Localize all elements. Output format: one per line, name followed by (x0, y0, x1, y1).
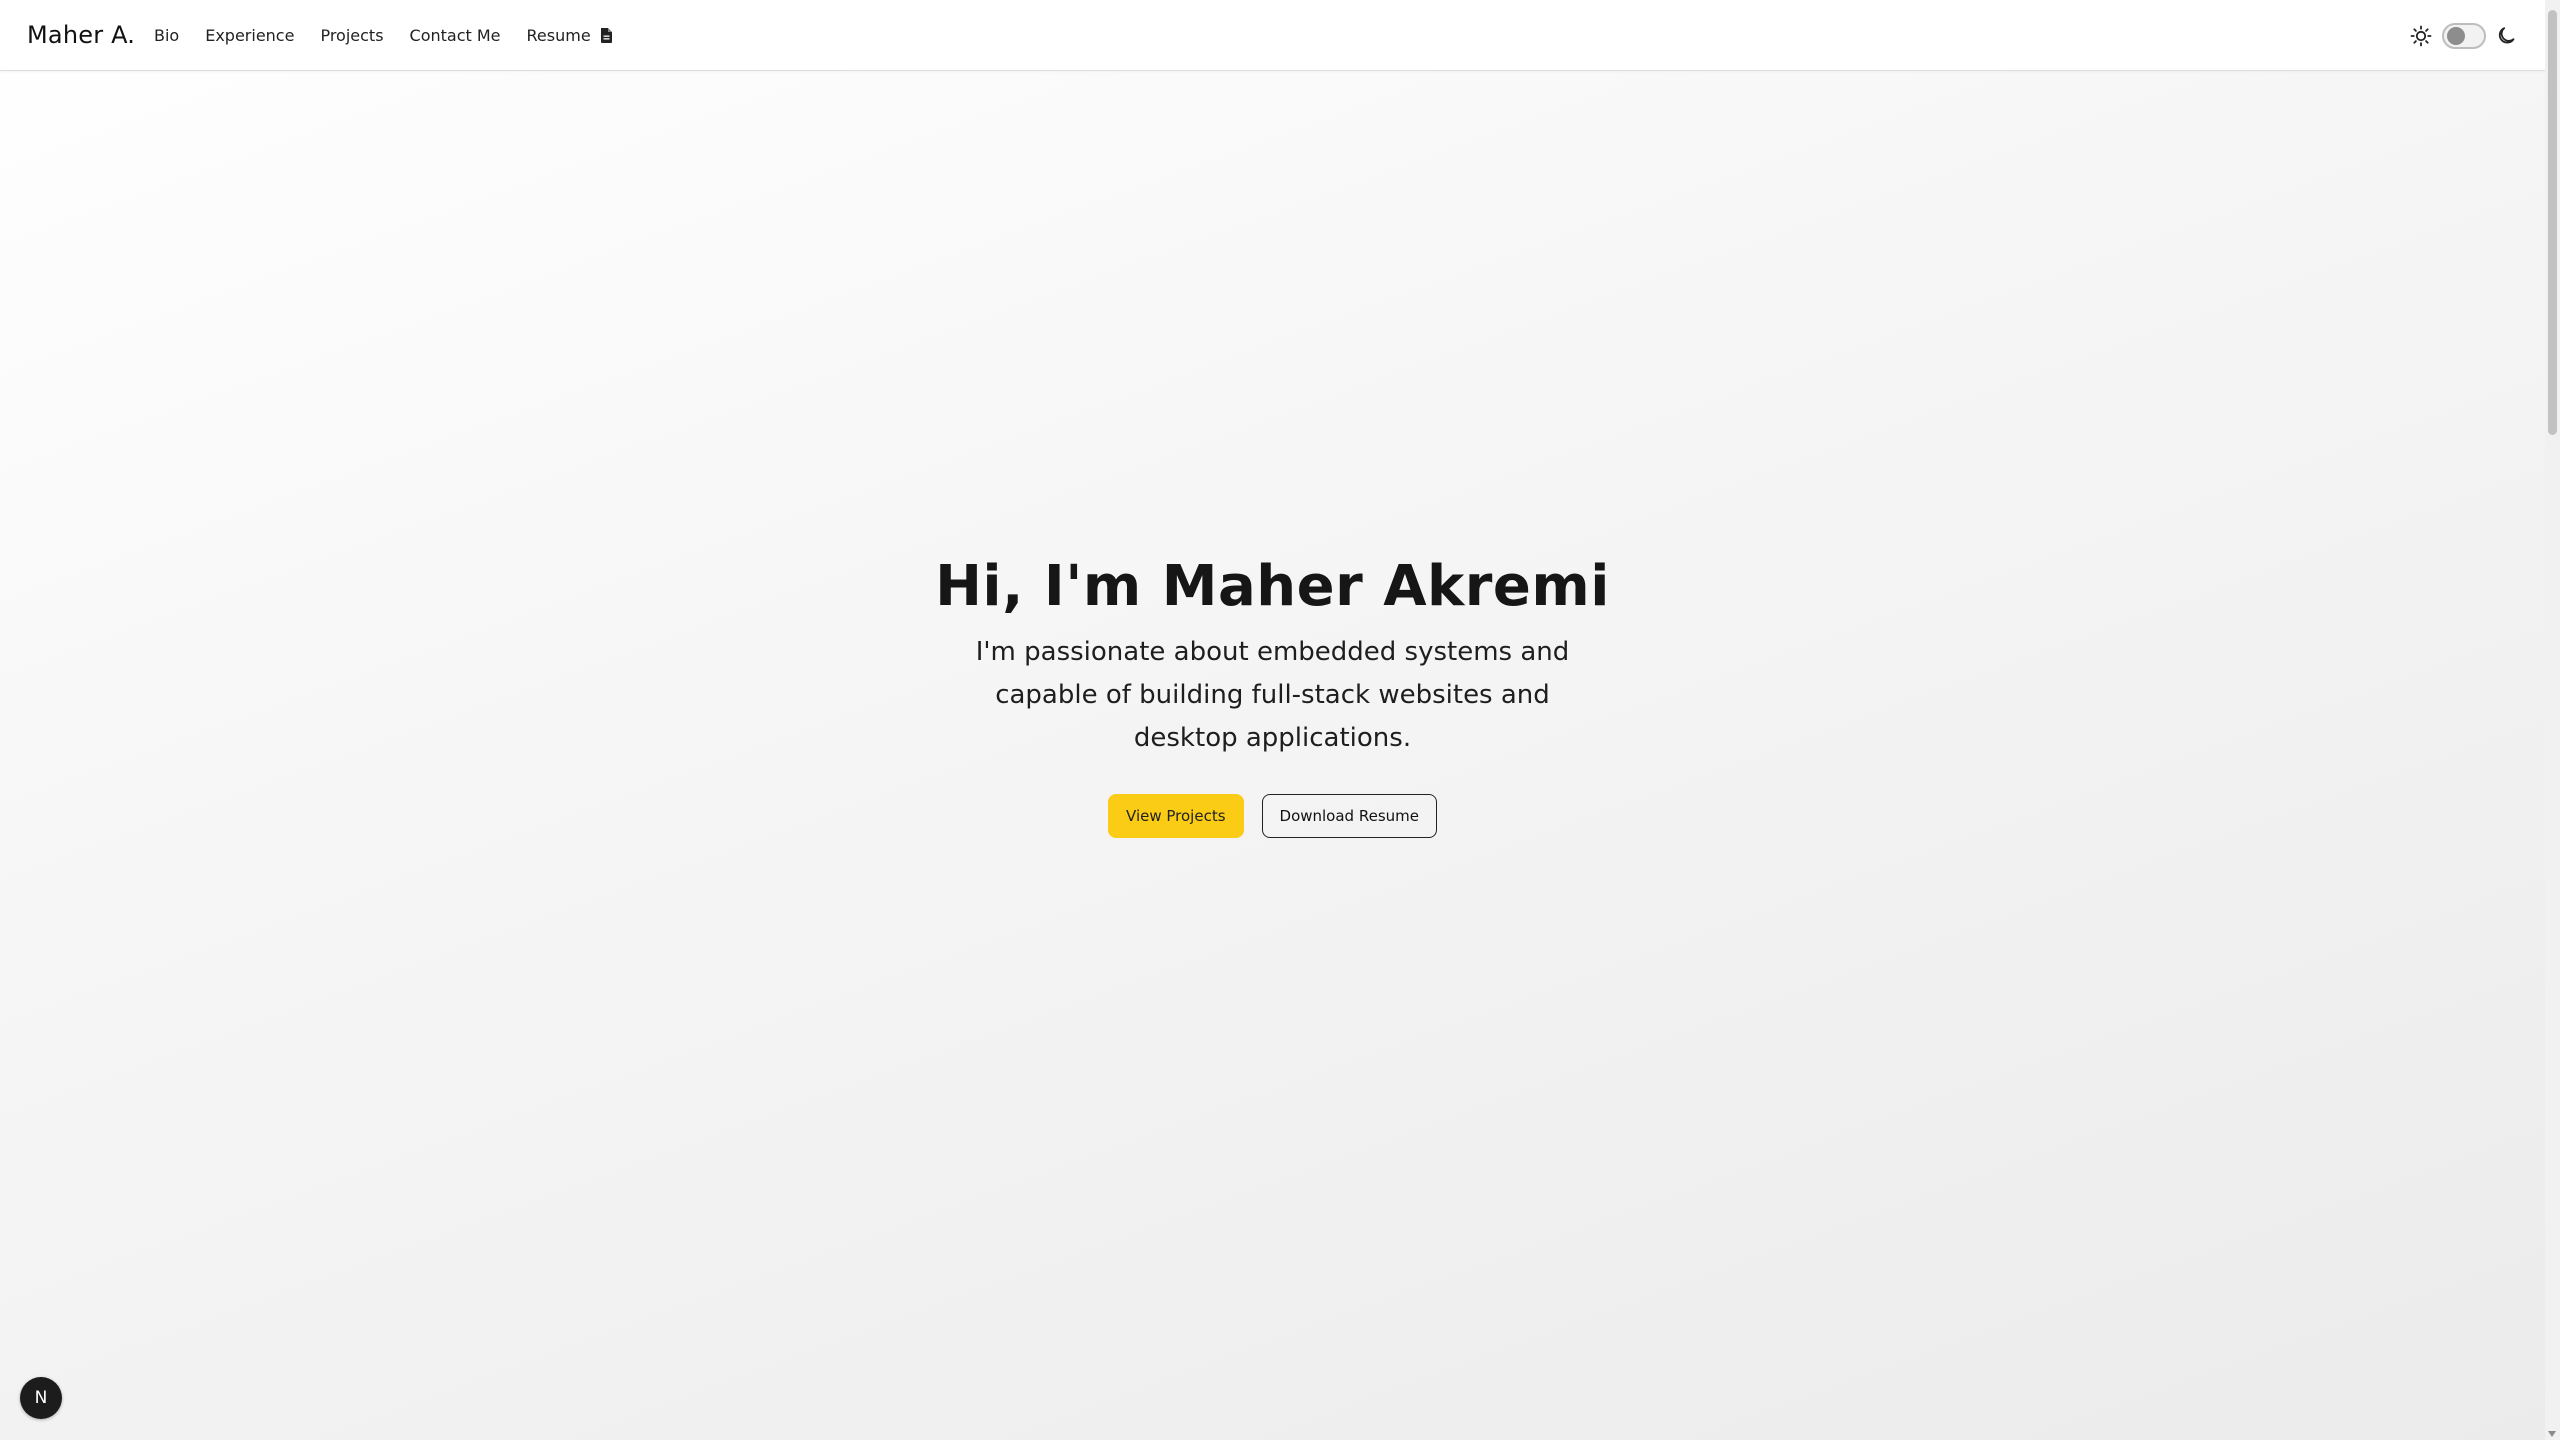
nav-link-projects[interactable]: Projects (320, 26, 383, 45)
hero-buttons: View Projects Download Resume (1108, 793, 1437, 838)
document-icon (600, 28, 612, 43)
theme-controls (2410, 0, 2518, 71)
nextjs-dev-badge[interactable]: N (20, 1377, 62, 1419)
top-navbar: Maher A. Bio Experience Projects Contact… (0, 0, 2545, 71)
hero-title: Hi, I'm Maher Akremi (935, 553, 1610, 619)
download-resume-button[interactable]: Download Resume (1261, 793, 1437, 838)
hero-subtitle: I'm passionate about embedded systems an… (975, 636, 1570, 753)
nav-link-resume-label: Resume (526, 26, 591, 45)
view-projects-button[interactable]: View Projects (1108, 793, 1244, 838)
toggle-knob (2447, 26, 2465, 45)
scrollbar-thumb[interactable] (2548, 10, 2557, 435)
hero-section: Hi, I'm Maher Akremi I'm passionate abou… (0, 71, 2545, 1440)
theme-toggle-switch[interactable] (2442, 22, 2486, 49)
brand-logo[interactable]: Maher A. (27, 0, 135, 71)
sun-icon (2410, 25, 2432, 46)
scroll-down-arrow-icon[interactable] (2548, 1431, 2556, 1437)
nav-link-contact[interactable]: Contact Me (410, 26, 501, 45)
nav-link-bio[interactable]: Bio (154, 26, 179, 45)
hero-content: Hi, I'm Maher Akremi I'm passionate abou… (935, 554, 1610, 838)
nav-link-experience[interactable]: Experience (205, 26, 294, 45)
nav-links: Bio Experience Projects Contact Me Resum… (154, 0, 639, 71)
nav-link-resume[interactable]: Resume (527, 26, 613, 45)
page-scrollbar[interactable] (2545, 0, 2560, 1440)
moon-icon (2498, 26, 2515, 43)
